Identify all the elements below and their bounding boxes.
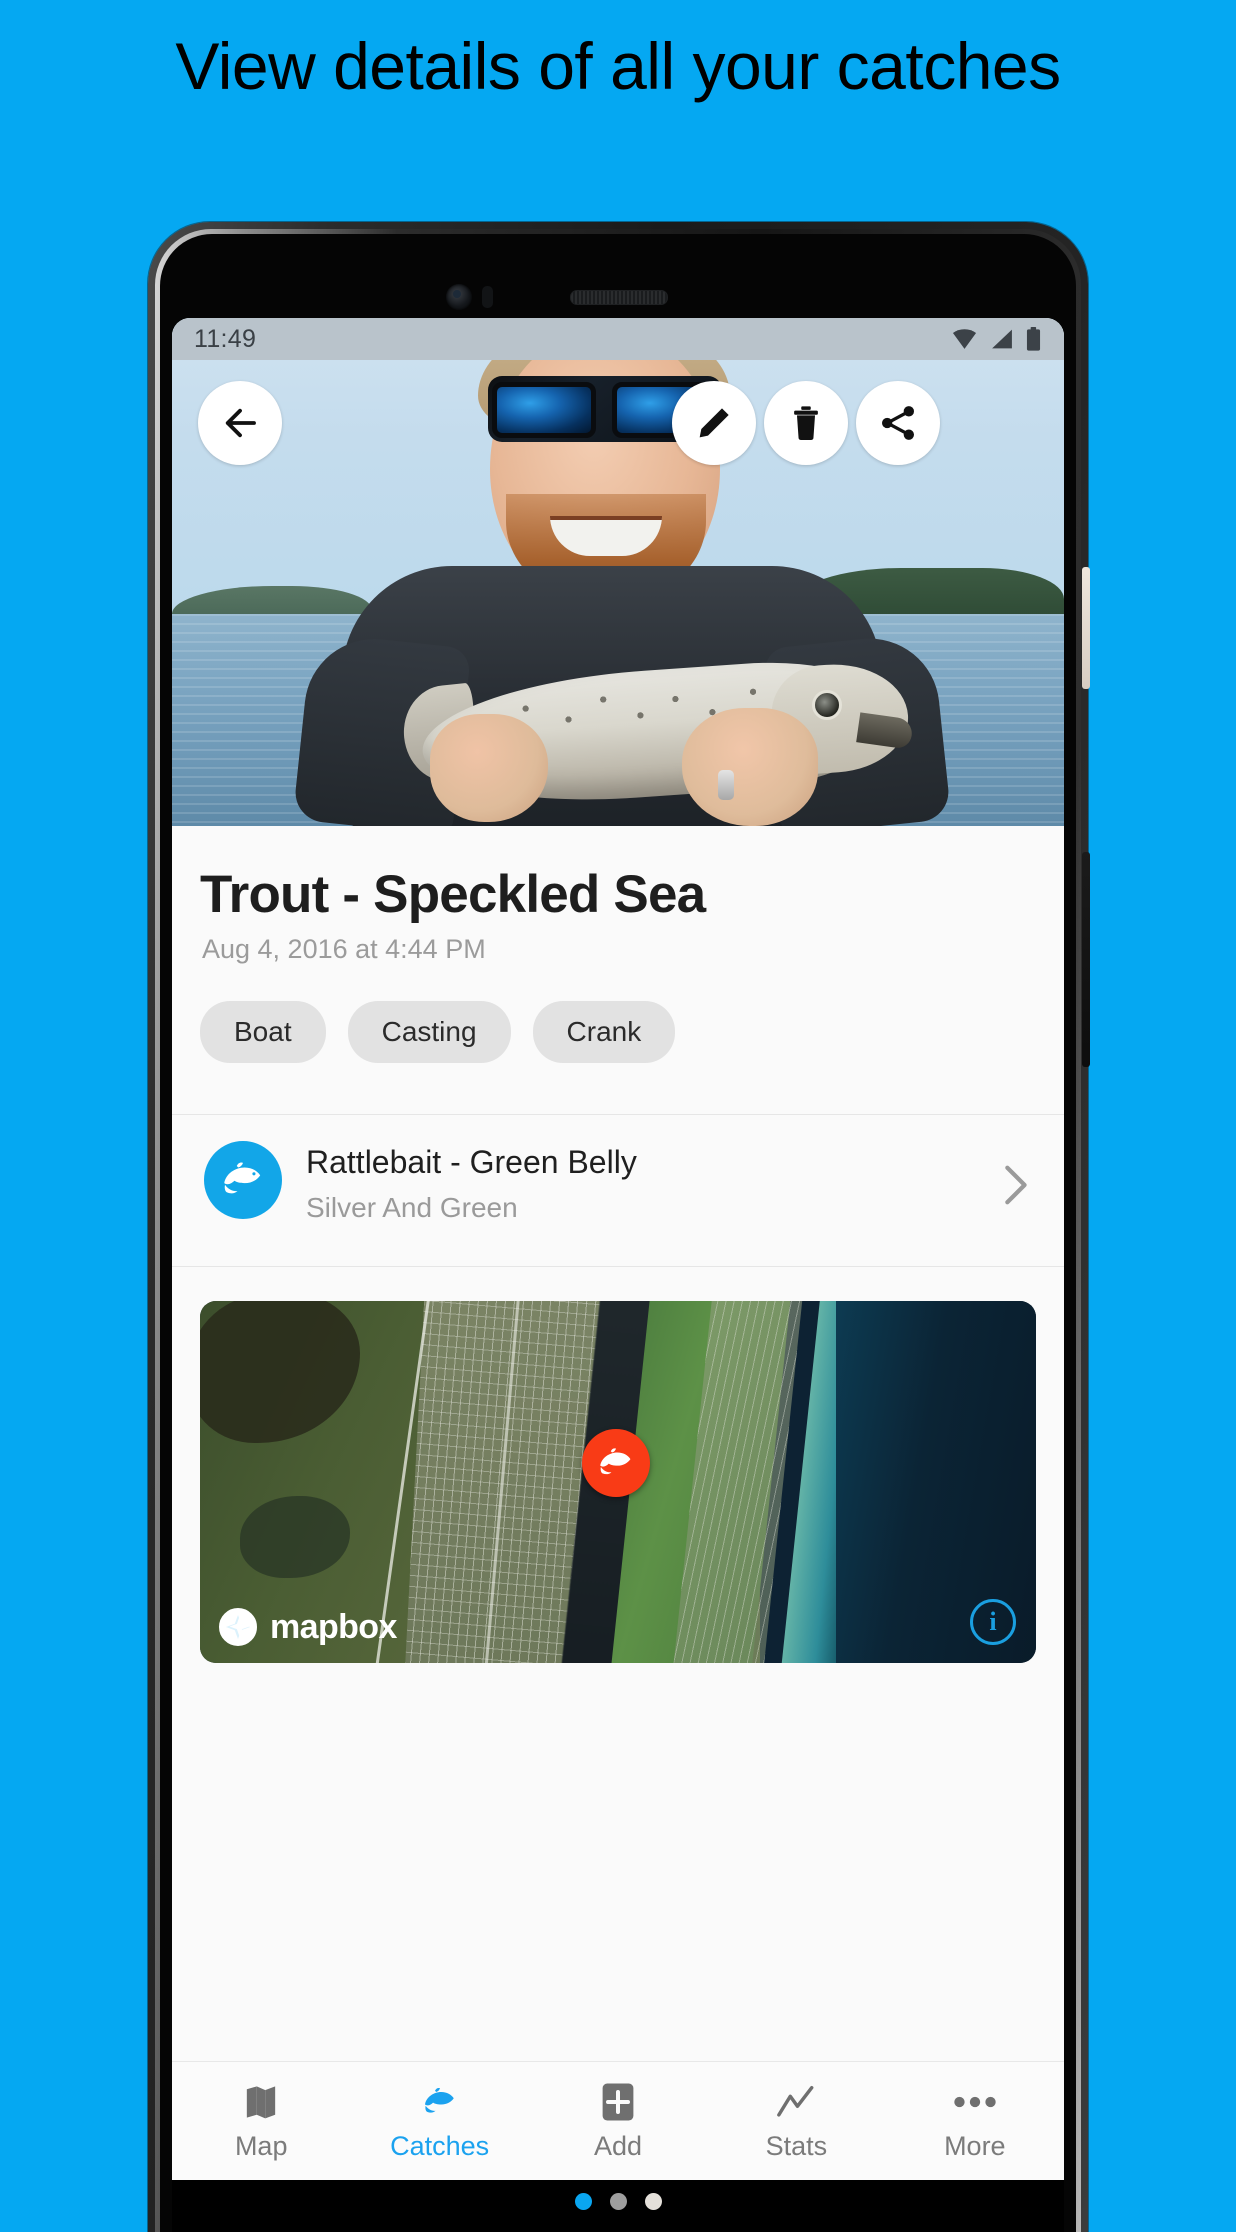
share-button[interactable] xyxy=(856,381,940,465)
phone-mockup: 11:49 Trout - Speckled Sea Aug 4, 2016 a… xyxy=(148,222,1090,2232)
fish-marker-icon xyxy=(600,1448,631,1475)
avatar xyxy=(204,1141,282,1219)
map-icon xyxy=(244,2081,278,2123)
catch-detail-sheet: Trout - Speckled Sea Aug 4, 2016 at 4:44… xyxy=(172,826,1064,2122)
nav-item-more[interactable]: More xyxy=(886,2062,1064,2180)
nav-label-catches: Catches xyxy=(390,2130,490,2161)
photo-angler-hand-right xyxy=(682,708,818,826)
arrow-left-icon xyxy=(225,408,256,438)
status-bar: 11:49 xyxy=(172,318,1064,360)
bait-row[interactable]: Rattlebait - Green Belly Silver And Gree… xyxy=(172,1116,1064,1264)
fish-icon xyxy=(224,1162,261,1194)
chip-method-crank[interactable]: Crank xyxy=(532,1001,676,1063)
proximity-sensor-icon xyxy=(482,286,493,308)
nav-item-stats[interactable]: Stats xyxy=(707,2062,885,2180)
photo-fish-eye xyxy=(812,690,842,720)
photo-action-bar xyxy=(172,381,1064,465)
catch-attribute-chips: Boat Casting Crank xyxy=(200,1001,676,1063)
wifi-icon xyxy=(952,329,977,349)
catch-location-map[interactable]: mapbox i xyxy=(200,1301,1036,1663)
delete-button[interactable] xyxy=(764,381,848,465)
catch-map-marker[interactable] xyxy=(582,1429,650,1497)
nav-label-more: More xyxy=(944,2130,1006,2161)
divider-below-bait xyxy=(172,1266,1064,1267)
mapbox-wordmark: mapbox xyxy=(270,1607,397,1646)
edit-button[interactable] xyxy=(672,381,756,465)
status-icon-group xyxy=(951,327,1042,351)
front-camera-icon xyxy=(446,284,472,310)
phone-screen: 11:49 Trout - Speckled Sea Aug 4, 2016 a… xyxy=(172,318,1064,2232)
plus-square-icon xyxy=(601,2081,635,2123)
promo-headline: View details of all your catches xyxy=(175,29,1061,103)
fish-icon xyxy=(419,2081,461,2123)
back-button[interactable] xyxy=(198,381,282,465)
chevron-right-icon xyxy=(998,1162,1032,1213)
nav-label-stats: Stats xyxy=(765,2130,828,2161)
share-icon xyxy=(882,406,914,440)
pencil-icon xyxy=(699,408,729,438)
line-chart-icon xyxy=(776,2081,816,2123)
divider-above-bait xyxy=(172,1114,1064,1115)
nav-label-add: Add xyxy=(593,2130,643,2161)
power-button[interactable] xyxy=(1082,567,1090,689)
bait-name: Rattlebait - Green Belly xyxy=(306,1144,637,1180)
bait-color: Silver And Green xyxy=(306,1192,518,1223)
photo-angler-hand-left xyxy=(430,714,548,822)
catch-timestamp: Aug 4, 2016 at 4:44 PM xyxy=(202,934,486,964)
earpiece-speaker-icon xyxy=(570,290,668,305)
battery-icon xyxy=(1026,327,1041,351)
ellipsis-icon xyxy=(953,2081,997,2123)
nav-item-add[interactable]: Add xyxy=(529,2062,707,2180)
status-time: 11:49 xyxy=(194,324,257,353)
chip-method-boat[interactable]: Boat xyxy=(200,1001,326,1063)
bottom-navigation: Map Catches Add Stats More xyxy=(172,2061,1064,2180)
nav-item-catches[interactable]: Catches xyxy=(350,2062,528,2180)
nav-item-map[interactable]: Map xyxy=(172,2062,350,2180)
trash-icon xyxy=(794,406,818,440)
mapbox-logo-icon xyxy=(219,1608,257,1646)
volume-rocker-button[interactable] xyxy=(1082,852,1090,1067)
phone-body: 11:49 Trout - Speckled Sea Aug 4, 2016 a… xyxy=(160,234,1076,2232)
map-info-button[interactable]: i xyxy=(970,1599,1016,1645)
page-title: Trout - Speckled Sea xyxy=(200,865,706,924)
cellular-signal-icon xyxy=(992,329,1012,349)
nav-label-map: Map xyxy=(234,2130,288,2161)
photo-wedding-ring xyxy=(718,770,734,800)
chip-method-casting[interactable]: Casting xyxy=(347,1001,511,1063)
mapbox-attribution[interactable]: mapbox xyxy=(218,1607,397,1647)
